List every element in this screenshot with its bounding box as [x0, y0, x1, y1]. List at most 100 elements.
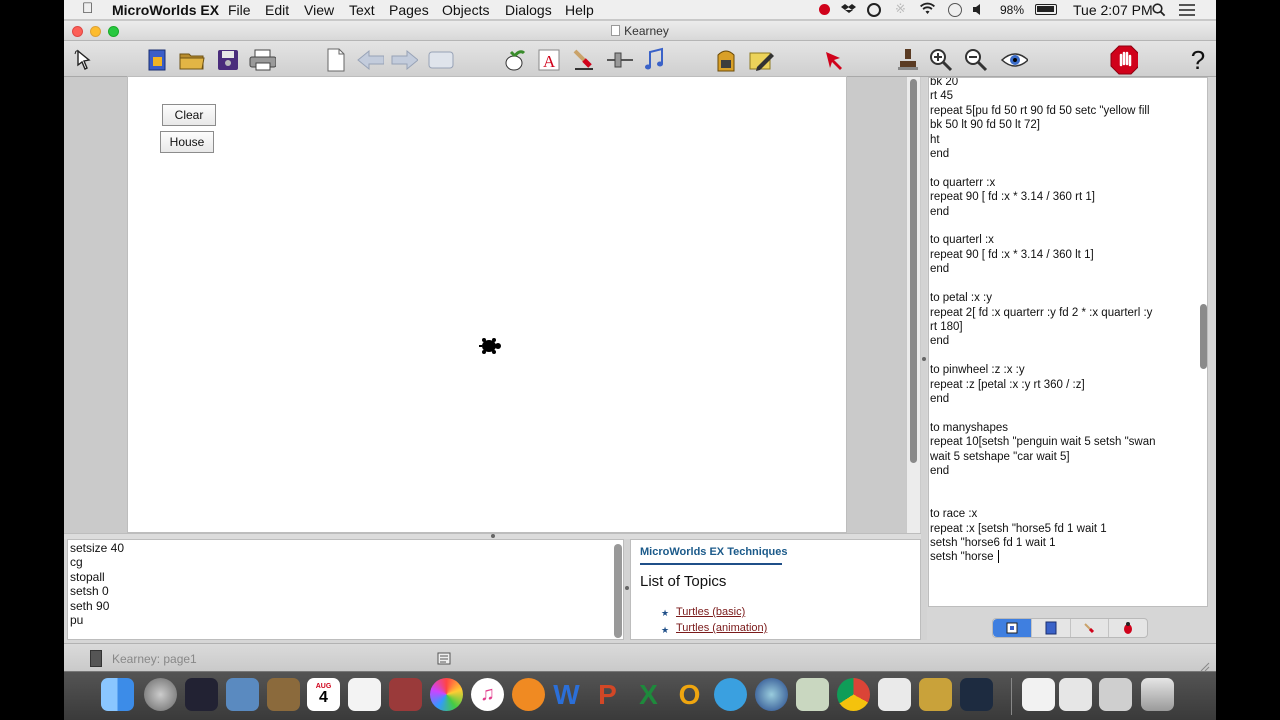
page-canvas[interactable]: Clear House	[127, 76, 847, 533]
help-link-turtles-basic[interactable]: Turtles (basic)	[676, 606, 745, 618]
utility-icon[interactable]	[796, 678, 829, 711]
image-capture-icon[interactable]	[226, 678, 259, 711]
painting-tools-icon[interactable]	[570, 46, 598, 74]
menu-help[interactable]: Help	[565, 2, 594, 18]
page-scrollbar-thumb[interactable]	[910, 79, 917, 463]
new-page-icon[interactable]	[322, 46, 350, 74]
command-line: stopall	[70, 569, 105, 584]
notes-icon[interactable]	[437, 652, 451, 670]
procedures-pane[interactable]: bk 20 rt 45 repeat 5[pu fd 50 rt 90 fd 5…	[928, 77, 1208, 607]
time-machine-icon[interactable]	[867, 3, 881, 17]
ibooks-icon[interactable]	[512, 678, 545, 711]
project-status-icon	[90, 650, 102, 667]
preview-icon[interactable]	[878, 678, 911, 711]
pencil-note-icon[interactable]	[747, 46, 775, 74]
reminders-icon[interactable]	[348, 678, 381, 711]
new-turtle-icon[interactable]	[500, 46, 528, 74]
open-folder-icon[interactable]	[178, 46, 206, 74]
help-link-turtles-animation[interactable]: Turtles (animation)	[676, 622, 767, 634]
tab-graphics[interactable]	[1071, 619, 1110, 637]
stamp-icon[interactable]	[894, 46, 922, 74]
slider-tool-icon[interactable]	[605, 46, 633, 74]
menu-view[interactable]: View	[304, 2, 334, 18]
keyboard-stack-icon[interactable]	[1059, 678, 1092, 711]
downloads-stack-icon[interactable]	[1099, 678, 1132, 711]
command-line: setsh 0	[70, 584, 109, 599]
menu-pages[interactable]: Pages	[389, 2, 429, 18]
menu-text[interactable]: Text	[349, 2, 375, 18]
clear-button[interactable]: Clear	[162, 104, 216, 126]
menu-dialogs[interactable]: Dialogs	[505, 2, 552, 18]
outlook-icon[interactable]: O	[673, 678, 706, 711]
chrome-icon[interactable]	[837, 678, 870, 711]
text-box-icon[interactable]: A	[535, 46, 563, 74]
photos-icon[interactable]	[430, 678, 463, 711]
pointer-tool-icon[interactable]	[70, 46, 98, 74]
menu-edit[interactable]: Edit	[265, 2, 289, 18]
zoom-out-icon[interactable]	[962, 46, 990, 74]
splitter-grip-icon[interactable]	[922, 357, 926, 361]
volume-icon[interactable]	[972, 3, 984, 19]
screen-recording-icon[interactable]	[960, 678, 993, 711]
splitter-grip-icon[interactable]	[625, 586, 629, 590]
battery-icon[interactable]	[1035, 4, 1057, 15]
clock-text[interactable]: Tue 2:07 PM	[1073, 2, 1153, 18]
zoom-in-icon[interactable]	[927, 46, 955, 74]
procedures-scrollbar-thumb[interactable]	[1200, 304, 1207, 369]
itunes-icon[interactable]: ♫	[471, 678, 504, 711]
dropbox-icon[interactable]	[841, 3, 856, 19]
page-view-icon[interactable]	[427, 46, 455, 74]
procedures-splitter[interactable]	[921, 77, 927, 640]
backpack-icon[interactable]	[712, 46, 740, 74]
spotlight-search-icon[interactable]	[1152, 3, 1166, 20]
notebook-icon[interactable]	[267, 678, 300, 711]
print-icon[interactable]	[248, 46, 276, 74]
music-icon[interactable]	[640, 46, 668, 74]
command-line: seth 90	[70, 598, 110, 613]
save-disk-icon[interactable]	[214, 46, 242, 74]
clock-icon[interactable]	[948, 3, 962, 17]
photo-booth-icon[interactable]	[389, 678, 422, 711]
eye-icon[interactable]	[1000, 46, 1028, 74]
calendar-icon[interactable]: AUG 4	[307, 678, 340, 711]
title-bar[interactable]: Kearney	[64, 21, 1216, 41]
mission-control-icon[interactable]	[185, 678, 218, 711]
launchpad-icon[interactable]	[144, 678, 177, 711]
menu-objects[interactable]: Objects	[442, 2, 489, 18]
excel-icon[interactable]: X	[632, 678, 665, 711]
window-title: Kearney	[64, 24, 1216, 38]
notification-center-icon[interactable]	[1179, 3, 1195, 19]
bluetooth-icon[interactable]: ※	[895, 1, 906, 17]
document-stack-icon[interactable]	[1022, 678, 1055, 711]
trash-icon[interactable]	[1141, 678, 1174, 711]
command-center-scrollbar[interactable]	[614, 544, 622, 638]
wifi-icon[interactable]	[919, 2, 936, 18]
command-center[interactable]: setsize 40 cg stopall setsh 0 seth 90 pu	[67, 539, 624, 640]
project-manager-icon[interactable]	[144, 46, 172, 74]
stop-all-icon[interactable]	[1110, 45, 1138, 75]
house-button[interactable]: House	[160, 131, 214, 153]
record-indicator-icon[interactable]	[819, 4, 830, 15]
menu-file[interactable]: File	[228, 2, 251, 18]
help-question-icon[interactable]: ?	[1184, 45, 1212, 75]
help-panel: MicroWorlds EX Techniques List of Topics…	[630, 539, 921, 640]
procedures-scrollbar[interactable]	[1198, 77, 1208, 607]
next-page-icon[interactable]	[390, 46, 418, 74]
procedures-text[interactable]: bk 20 rt 45 repeat 5[pu fd 50 rt 90 fd 5…	[930, 78, 1192, 565]
apple-menu-icon[interactable]: 	[82, 0, 93, 17]
finder-icon[interactable]	[101, 678, 134, 711]
powerpoint-icon[interactable]: P	[591, 678, 624, 711]
tab-project[interactable]	[993, 619, 1032, 637]
tab-procedures[interactable]	[1032, 619, 1071, 637]
microworlds-icon[interactable]	[919, 678, 952, 711]
page-scrollbar[interactable]	[906, 77, 920, 533]
app-menu[interactable]: MicroWorlds EX	[112, 2, 219, 18]
messenger-icon[interactable]	[714, 678, 747, 711]
previous-page-icon[interactable]	[356, 46, 384, 74]
tab-bug[interactable]	[1109, 619, 1147, 637]
network-icon[interactable]	[755, 678, 788, 711]
turtle-icon[interactable]	[478, 336, 502, 361]
word-icon[interactable]: W	[550, 678, 583, 711]
pick-up-arrow-icon[interactable]	[820, 46, 848, 74]
splitter-grip-icon[interactable]	[491, 534, 495, 538]
